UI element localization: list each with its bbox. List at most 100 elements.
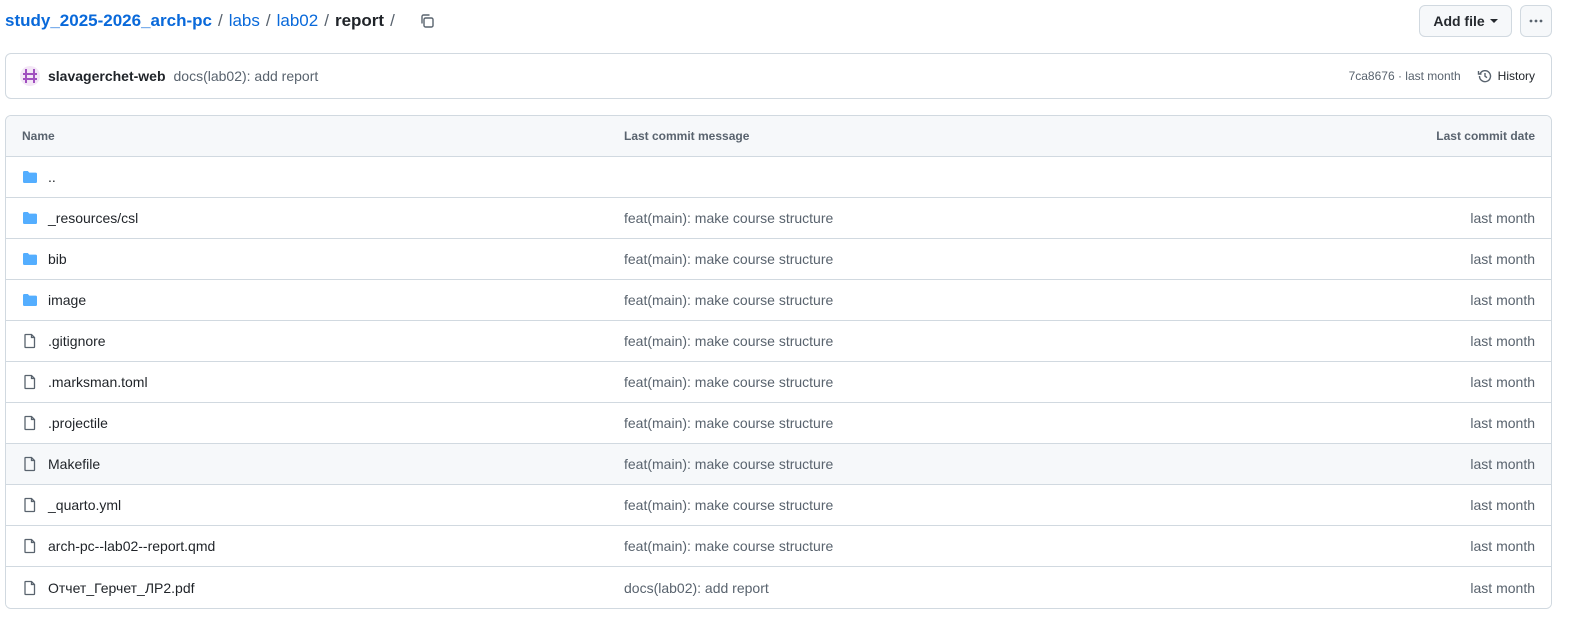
row-name-cell: .marksman.toml: [6, 374, 624, 390]
latest-commit-bar: slavagerchet-web docs(lab02): add report…: [5, 53, 1552, 99]
row-name-cell: .gitignore: [6, 333, 624, 349]
folder-icon: [23, 171, 37, 183]
file-name-link[interactable]: _quarto.yml: [48, 497, 121, 513]
row-date-cell: last month: [1470, 251, 1535, 267]
table-row[interactable]: .marksman.toml feat(main): make course st…: [6, 362, 1551, 403]
row-icon: [22, 251, 38, 267]
file-name-link[interactable]: Makefile: [48, 456, 100, 472]
commit-meta[interactable]: 7ca8676 · last month: [1349, 69, 1461, 83]
breadcrumb-lab02-link[interactable]: lab02: [277, 11, 319, 31]
row-icon: [22, 580, 38, 596]
table-row[interactable]: .gitignore feat(main): make course struct…: [6, 321, 1551, 362]
row-date-cell: last month: [1470, 333, 1535, 349]
avatar[interactable]: [20, 66, 40, 86]
breadcrumb-separator: /: [390, 11, 395, 30]
history-icon: [1477, 70, 1491, 83]
commit-message-link[interactable]: feat(main): make course structure: [624, 538, 833, 554]
file-name-link[interactable]: .projectile: [48, 415, 108, 431]
table-row[interactable]: bib feat(main): make course structure last…: [6, 239, 1551, 280]
row-name-cell: .projectile: [6, 415, 624, 431]
file-name-link[interactable]: _resources/csl: [48, 210, 138, 226]
row-date-cell: last month: [1470, 374, 1535, 390]
copy-path-button[interactable]: [413, 7, 441, 35]
top-bar: study_2025-2026_arch-pc / labs / lab02 /…: [5, 4, 1552, 38]
table-row[interactable]: _quarto.yml feat(main): make course struc…: [6, 485, 1551, 526]
table-row[interactable]: Makefile feat(main): make course structur…: [6, 444, 1551, 485]
row-date-cell: last month: [1470, 579, 1535, 596]
file-icon: [24, 415, 36, 431]
breadcrumb-labs-link[interactable]: labs: [229, 11, 260, 31]
identicon-icon: [23, 69, 37, 83]
commit-message-link[interactable]: feat(main): make course structure: [624, 456, 833, 472]
row-date-cell: last month: [1470, 292, 1535, 308]
caret-down-icon: [1489, 19, 1498, 23]
file-icon: [24, 538, 36, 554]
row-date-cell: last month: [1470, 210, 1535, 226]
table-body: .. _resources/csl feat(main): make course …: [6, 157, 1551, 608]
breadcrumb-separator: /: [324, 11, 329, 30]
commit-message-link[interactable]: feat(main): make course structure: [624, 497, 833, 513]
commit-message-link[interactable]: feat(main): make course structure: [624, 374, 833, 390]
row-icon: [22, 169, 38, 185]
row-icon: [22, 497, 38, 513]
folder-icon: [23, 294, 37, 306]
row-message-cell: feat(main): make course structure: [624, 292, 1311, 308]
commit-message-link[interactable]: docs(lab02): add report: [624, 580, 769, 596]
row-message-cell: feat(main): make course structure: [624, 251, 1311, 267]
table-row[interactable]: arch-pc--lab02--report.qmd feat(main): ma…: [6, 526, 1551, 567]
row-message-cell: docs(lab02): add report: [624, 580, 1311, 596]
commit-author-link[interactable]: slavagerchet-web: [48, 68, 166, 84]
row-icon: [22, 456, 38, 472]
row-message-cell: feat(main): make course structure: [624, 538, 1311, 554]
table-row[interactable]: image feat(main): make course structure la…: [6, 280, 1551, 321]
table-row[interactable]: Отчет_Герчет_ЛР2.pdf docs(lab02): add rep…: [6, 567, 1551, 608]
row-message-cell: feat(main): make course structure: [624, 497, 1311, 513]
commit-message-link[interactable]: feat(main): make course structure: [624, 210, 833, 226]
breadcrumb-separator: /: [217, 11, 223, 30]
file-icon: [24, 333, 36, 349]
file-icon: [24, 497, 36, 513]
table-row[interactable]: .projectile feat(main): make course struc…: [6, 403, 1551, 444]
commit-message-link[interactable]: docs(lab02): add report: [174, 68, 319, 84]
file-name-link[interactable]: Отчет_Герчет_ЛР2.pdf: [48, 580, 195, 596]
table-row[interactable]: _resources/csl feat(main): make course st…: [6, 198, 1551, 239]
file-name-link[interactable]: image: [48, 292, 86, 308]
commit-message-link[interactable]: feat(main): make course structure: [624, 251, 833, 267]
file-name-link[interactable]: .gitignore: [48, 333, 106, 349]
kebab-horizontal-icon: [1529, 19, 1543, 23]
row-date-cell: last month: [1470, 456, 1535, 472]
file-name-link[interactable]: .marksman.toml: [48, 374, 148, 390]
more-options-button[interactable]: [1520, 5, 1552, 37]
table-row[interactable]: ..: [6, 157, 1551, 198]
row-name-cell: arch-pc--lab02--report.qmd: [6, 538, 624, 554]
row-message-cell: feat(main): make course structure: [624, 210, 1311, 226]
row-name-cell: ..: [6, 169, 624, 185]
row-icon: [22, 333, 38, 349]
file-icon: [24, 374, 36, 390]
file-name-link[interactable]: bib: [48, 251, 67, 267]
file-table: Name Last commit message Last commit dat…: [5, 115, 1552, 609]
commit-message-link[interactable]: feat(main): make course structure: [624, 415, 833, 431]
row-icon: [22, 292, 38, 308]
row-message-cell: feat(main): make course structure: [624, 374, 1311, 390]
row-message-cell: feat(main): make course structure: [624, 456, 1311, 472]
commit-message-link[interactable]: feat(main): make course structure: [624, 333, 833, 349]
folder-icon: [23, 253, 37, 265]
add-file-button[interactable]: Add file: [1419, 5, 1512, 37]
row-icon: [22, 538, 38, 554]
file-name-link[interactable]: ..: [48, 169, 56, 185]
header-message: Last commit message: [624, 129, 750, 143]
row-name-cell: _quarto.yml: [6, 497, 624, 513]
copy-icon: [421, 14, 434, 28]
row-name-cell: bib: [6, 251, 624, 267]
row-name-cell: Makefile: [6, 456, 624, 472]
row-icon: [22, 415, 38, 431]
breadcrumb-repo-link[interactable]: study_2025-2026_arch-pc: [5, 11, 212, 31]
file-name-link[interactable]: arch-pc--lab02--report.qmd: [48, 538, 215, 554]
history-button[interactable]: History: [1477, 68, 1535, 84]
row-message-cell: feat(main): make course structure: [624, 333, 1311, 349]
history-label: History: [1497, 69, 1535, 83]
row-name-cell: _resources/csl: [6, 210, 624, 226]
row-name-cell: Отчет_Герчет_ЛР2.pdf: [6, 580, 624, 596]
commit-message-link[interactable]: feat(main): make course structure: [624, 292, 833, 308]
